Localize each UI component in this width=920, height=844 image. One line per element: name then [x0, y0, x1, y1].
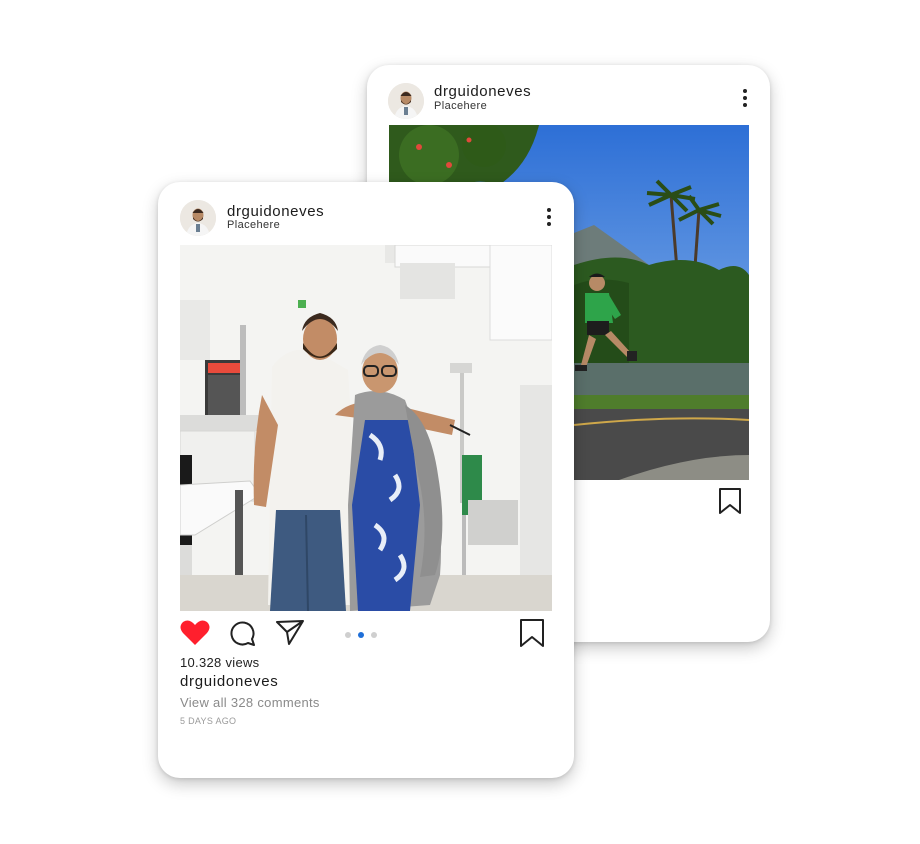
carousel-dot-active: [358, 632, 364, 638]
post-username[interactable]: drguidoneves: [434, 83, 531, 100]
view-comments-link[interactable]: View all 328 comments: [180, 695, 320, 710]
post-location[interactable]: Placehere: [434, 100, 487, 112]
post-card-front: drguidoneves Placehere 10.328 views drgu…: [158, 182, 574, 778]
post-timestamp: 5 DAYS AGO: [180, 716, 237, 726]
post-header: drguidoneves Placehere: [367, 81, 770, 121]
more-vertical-icon[interactable]: [546, 208, 552, 228]
caption-username[interactable]: drguidoneves: [180, 673, 278, 690]
heart-filled-icon[interactable]: [180, 619, 210, 651]
more-vertical-icon[interactable]: [742, 89, 748, 109]
avatar-photo: [180, 200, 216, 236]
bookmark-icon[interactable]: [519, 618, 545, 653]
carousel-dot: [345, 632, 351, 638]
post-username[interactable]: drguidoneves: [227, 203, 324, 220]
clinic-photo: [180, 245, 552, 611]
view-count: 10.328 views: [180, 655, 260, 670]
avatar[interactable]: [388, 83, 424, 119]
carousel-dot: [371, 632, 377, 638]
send-icon[interactable]: [275, 619, 305, 651]
avatar[interactable]: [180, 200, 216, 236]
avatar-photo: [388, 83, 424, 119]
post-header: drguidoneves Placehere: [158, 198, 574, 238]
post-location[interactable]: Placehere: [227, 219, 280, 231]
bookmark-icon[interactable]: [718, 487, 742, 520]
carousel-indicator: [345, 631, 385, 639]
comment-icon[interactable]: [228, 619, 256, 652]
post-photo[interactable]: [180, 245, 552, 611]
